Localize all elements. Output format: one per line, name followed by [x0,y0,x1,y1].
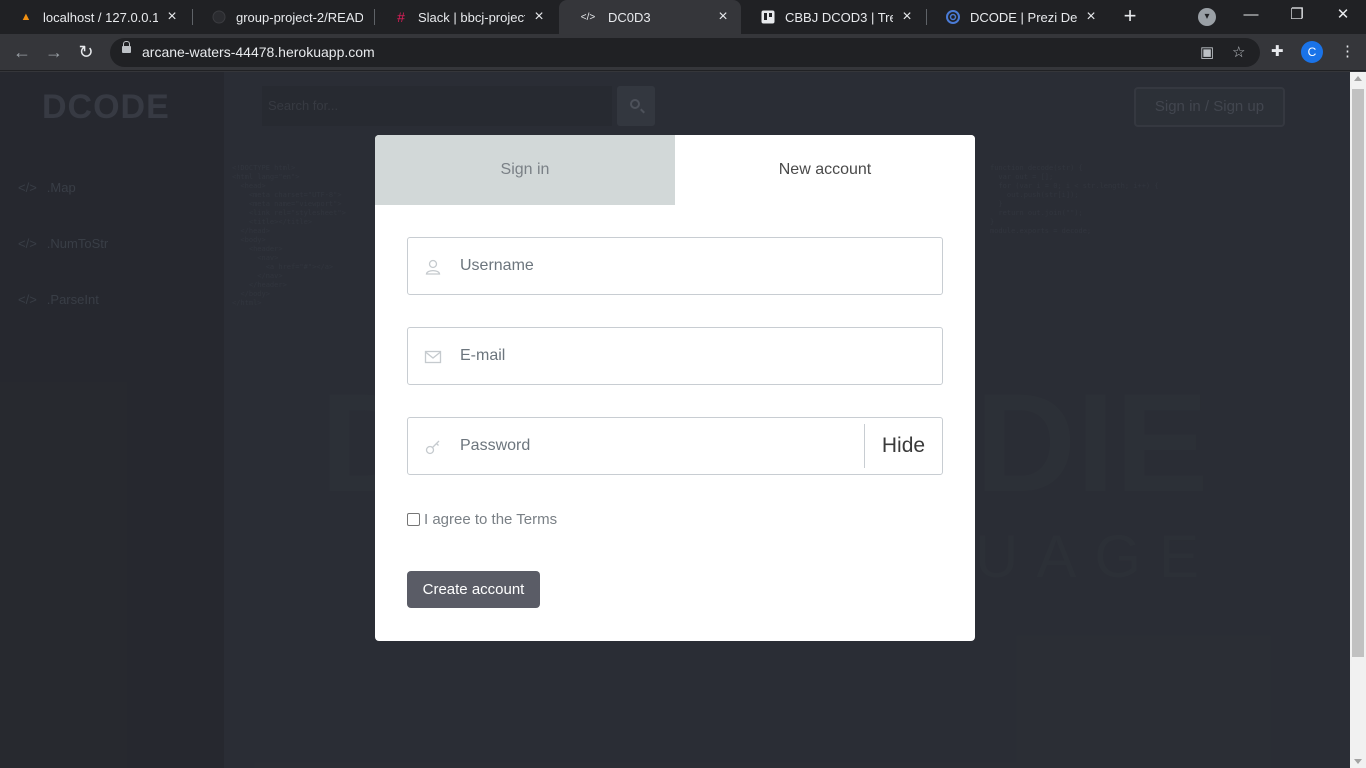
tab-title: group-project-2/READ [236,9,363,25]
prezi-icon [945,9,961,25]
close-tab-icon[interactable]: × [1083,8,1099,26]
password-field: Hide [407,417,943,475]
menu-icon[interactable]: ⋮ [1340,42,1355,60]
browser-toolbar: ← → ↻ arcane-waters-44478.herokuapp.com … [0,34,1366,71]
password-input[interactable] [458,419,798,473]
password-visibility-toggle[interactable]: Hide [864,424,942,468]
user-icon [425,259,441,275]
install-app-icon[interactable]: ▣ [1200,43,1214,61]
scroll-up-icon[interactable] [1354,76,1362,81]
tab-title: Slack | bbcj-project2 | [418,9,525,25]
envelope-icon [424,350,442,364]
auth-modal: Sign in New account Hide I agree to the … [375,135,975,641]
close-tab-icon[interactable]: × [899,8,915,26]
browser-tab-trello[interactable]: CBBJ DCOD3 | Trello × [742,0,925,34]
tab-new-account[interactable]: New account [675,135,975,205]
new-tab-button[interactable]: + [1118,5,1142,29]
close-tab-icon[interactable]: × [531,8,547,26]
github-icon [211,9,227,25]
terms-checkbox[interactable] [407,513,420,526]
terms-row: I agree to the Terms [407,511,557,528]
reload-icon[interactable]: ↻ [74,40,98,64]
code-icon: </> [580,11,596,23]
phpmyadmin-icon: ▲ [20,11,32,23]
email-input[interactable] [458,329,858,383]
close-tab-icon[interactable]: × [164,8,180,26]
back-icon[interactable]: ← [10,40,34,64]
address-bar[interactable]: arcane-waters-44478.herokuapp.com ▣ ☆ [110,38,1260,67]
scroll-thumb[interactable] [1352,89,1364,657]
browser-tab-prezi[interactable]: DCODE | Prezi Design × [927,0,1109,34]
email-field [407,327,943,385]
extensions-icon[interactable]: ✚ [1271,42,1284,60]
username-input[interactable] [458,239,858,293]
browser-tab-github[interactable]: group-project-2/READ [193,0,373,34]
tab-sign-in[interactable]: Sign in [375,135,675,205]
tab-title: DC0D3 [608,9,651,25]
tab-search-icon[interactable]: ▾ [1198,8,1216,26]
browser-tab-bar: ▲ localhost / 127.0.0.1 / × group-projec… [0,0,1366,34]
username-field [407,237,943,295]
minimize-button[interactable]: — [1228,0,1274,34]
tab-title: DCODE | Prezi Design [970,9,1077,25]
trello-icon [760,9,776,25]
key-icon [425,440,440,455]
bookmark-star-icon[interactable]: ☆ [1232,43,1245,61]
browser-tab-dc0d3[interactable]: </> DC0D3 × [559,0,741,34]
profile-avatar[interactable]: C [1301,41,1323,63]
slack-icon: # [397,9,405,25]
scroll-down-icon[interactable] [1354,759,1362,764]
create-account-button[interactable]: Create account [407,571,540,608]
browser-tab-phpmyadmin[interactable]: ▲ localhost / 127.0.0.1 / × [0,0,190,34]
terms-label[interactable]: I agree to the Terms [424,511,557,528]
browser-tab-slack[interactable]: # Slack | bbcj-project2 | × [375,0,557,34]
url-text[interactable]: arcane-waters-44478.herokuapp.com [142,44,375,60]
restore-button[interactable]: ❐ [1274,0,1320,34]
tab-title: CBBJ DCOD3 | Trello [785,9,893,25]
close-window-button[interactable]: ✕ [1320,0,1366,34]
tab-title: localhost / 127.0.0.1 / [43,9,158,25]
page-scrollbar[interactable] [1350,72,1366,768]
forward-icon[interactable]: → [42,40,66,64]
lock-icon [122,41,131,53]
close-tab-icon[interactable]: × [715,8,731,26]
